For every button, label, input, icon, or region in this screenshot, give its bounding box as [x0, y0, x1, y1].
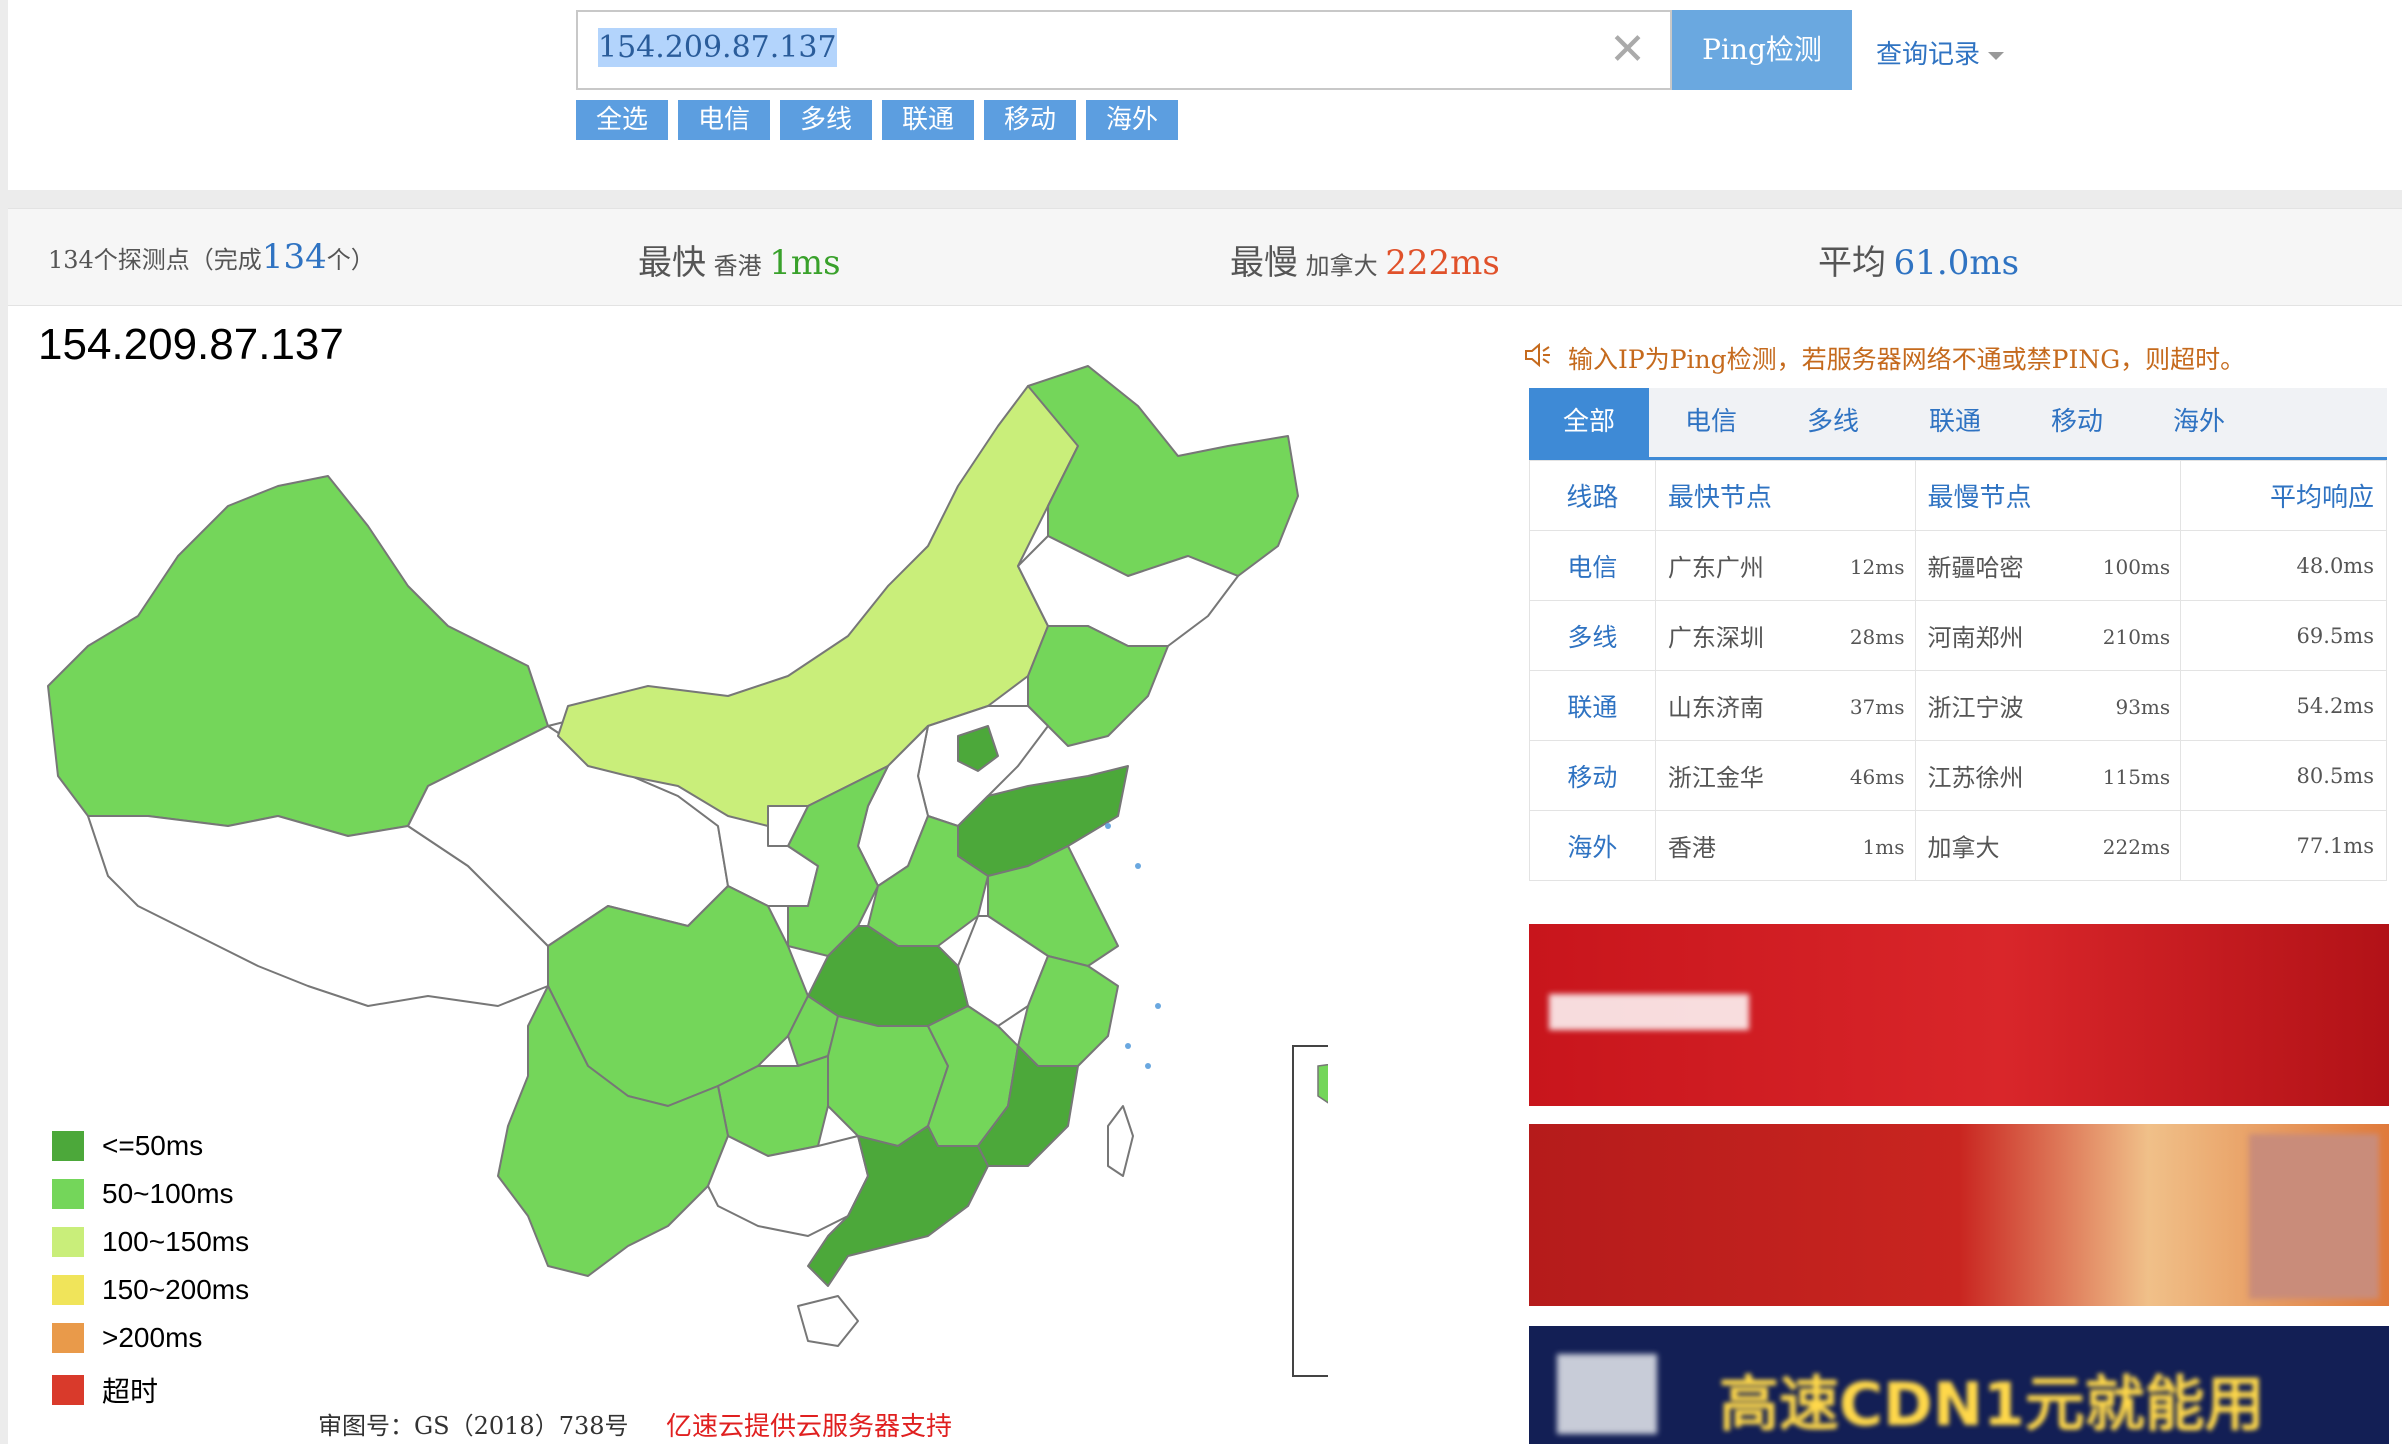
filter-mobile[interactable]: 移动 — [984, 100, 1076, 140]
ad-banner-3[interactable]: 高速CDN1元就能用 — [1529, 1326, 2389, 1444]
south-china-sea-inset — [1292, 1045, 1328, 1377]
speaker-icon — [1524, 342, 1552, 373]
map-approval-number: 审图号：GS（2018）738号 — [318, 1412, 629, 1440]
history-dropdown[interactable]: 查询记录 — [1876, 34, 2005, 71]
tab-overseas[interactable]: 海外 — [2139, 388, 2259, 457]
probe-count-done: 134 — [261, 237, 327, 277]
column-header: 线路 — [1529, 460, 1656, 531]
line-name[interactable]: 移动 — [1529, 740, 1656, 811]
legend-item: 50~100ms — [52, 1178, 234, 1210]
fastest-node: 广东深圳 28ms — [1654, 600, 1916, 671]
search-header: 154.209.87.137 ✕ Ping检测 查询记录 全选 电信 多线 联通… — [8, 0, 2402, 190]
slowest-node: 江苏徐州 115ms — [1914, 740, 2182, 811]
notice-text: 输入IP为Ping检测，若服务器网络不通或禁PING，则超时。 — [1568, 345, 2246, 374]
fastest-value: 1ms — [769, 243, 841, 283]
ping-button[interactable]: Ping检测 — [1672, 10, 1852, 90]
search-value: 154.209.87.137 — [598, 28, 837, 67]
legend-swatch — [52, 1323, 84, 1353]
average-value: 61.0ms — [1893, 243, 2020, 283]
ad-banner-2[interactable] — [1529, 1124, 2389, 1306]
table-row: 联通 山东济南 37ms 浙江宁波 93ms 54.2ms — [1529, 670, 2387, 741]
slowest-stat: 最慢 加拿大 222ms — [1230, 243, 1500, 283]
legend-item: >200ms — [52, 1322, 202, 1354]
line-filters: 全选 电信 多线 联通 移动 海外 — [576, 100, 1178, 140]
table-row: 移动 浙江金华 46ms 江苏徐州 115ms 80.5ms — [1529, 740, 2387, 811]
ip-search-input[interactable]: 154.209.87.137 ✕ — [576, 10, 1672, 90]
average-response: 80.5ms — [2180, 740, 2387, 811]
table-row: 电信 广东广州 12ms 新疆哈密 100ms 48.0ms — [1529, 530, 2387, 601]
line-tabs: 全部 电信 多线 联通 移动 海外 — [1529, 388, 2387, 460]
average-response: 54.2ms — [2180, 670, 2387, 741]
legend-swatch — [52, 1131, 84, 1161]
summary-bar: 134个探测点（完成134个） 最快 香港 1ms 最慢 加拿大 222ms 平… — [8, 208, 2402, 306]
fastest-node: 广东广州 12ms — [1654, 530, 1916, 601]
ad-mascot — [1557, 1354, 1657, 1434]
legend-item: <=50ms — [52, 1130, 203, 1162]
average-response: 77.1ms — [2180, 810, 2387, 881]
line-stats-table: 线路 最快节点 最慢节点 平均响应 电信 广东广州 12ms 新疆哈密 100ms … — [1529, 460, 2387, 881]
legend-swatch — [52, 1179, 84, 1209]
line-name[interactable]: 多线 — [1529, 600, 1656, 671]
ad-logo — [1549, 994, 1749, 1030]
ad-photo — [2249, 1134, 2379, 1299]
legend-item: 100~150ms — [52, 1226, 249, 1258]
history-label: 查询记录 — [1876, 40, 1981, 70]
tab-unicom[interactable]: 联通 — [1895, 388, 2015, 457]
legend-item: 150~200ms — [52, 1274, 249, 1306]
region-hainan[interactable] — [797, 1295, 859, 1347]
sponsor-link[interactable]: 亿速云提供云服务器支持 — [666, 1406, 952, 1443]
region-taiwan[interactable] — [1107, 1105, 1134, 1177]
filter-telecom[interactable]: 电信 — [678, 100, 770, 140]
slowest-node: 新疆哈密 100ms — [1914, 530, 2182, 601]
caret-down-icon — [1988, 52, 2005, 60]
table-header-row: 线路 最快节点 最慢节点 平均响应 — [1529, 460, 2387, 531]
tab-mobile[interactable]: 移动 — [2017, 388, 2137, 457]
close-icon[interactable]: ✕ — [1609, 24, 1646, 75]
probe-count: 134个探测点（完成134个） — [48, 237, 375, 277]
filter-overseas[interactable]: 海外 — [1086, 100, 1178, 140]
fastest-stat: 最快 香港 1ms — [638, 243, 841, 283]
average-response: 48.0ms — [2180, 530, 2387, 601]
slowest-node: 加拿大 222ms — [1914, 810, 2182, 881]
legend-swatch — [52, 1275, 84, 1305]
slowest-value: 222ms — [1385, 243, 1500, 283]
notice: 输入IP为Ping检测，若服务器网络不通或禁PING，则超时。 — [1524, 340, 2245, 376]
tab-multiline[interactable]: 多线 — [1773, 388, 1893, 457]
average-response: 69.5ms — [2180, 600, 2387, 671]
line-name[interactable]: 联通 — [1529, 670, 1656, 741]
line-name[interactable]: 电信 — [1529, 530, 1656, 601]
fastest-node: 山东济南 37ms — [1654, 670, 1916, 741]
column-header: 最慢节点 — [1914, 460, 2182, 531]
average-stat: 平均 61.0ms — [1818, 243, 2020, 283]
column-header: 平均响应 — [2180, 460, 2387, 531]
slowest-node: 浙江宁波 93ms — [1914, 670, 2182, 741]
fastest-node: 浙江金华 46ms — [1654, 740, 1916, 811]
table-row: 海外 香港 1ms 加拿大 222ms 77.1ms — [1529, 810, 2387, 881]
region-heilongjiang[interactable] — [1027, 365, 1299, 577]
filter-all[interactable]: 全选 — [576, 100, 668, 140]
table-row: 多线 广东深圳 28ms 河南郑州 210ms 69.5ms — [1529, 600, 2387, 671]
slowest-node: 河南郑州 210ms — [1914, 600, 2182, 671]
column-header: 最快节点 — [1654, 460, 1916, 531]
tab-all[interactable]: 全部 — [1529, 388, 1649, 457]
line-name[interactable]: 海外 — [1529, 810, 1656, 881]
fastest-node: 香港 1ms — [1654, 810, 1916, 881]
legend-swatch — [52, 1375, 84, 1405]
ad-banner-1[interactable] — [1529, 924, 2389, 1106]
filter-unicom[interactable]: 联通 — [882, 100, 974, 140]
legend-swatch — [52, 1227, 84, 1257]
legend-item: 超时 — [52, 1370, 158, 1410]
tab-telecom[interactable]: 电信 — [1651, 388, 1771, 457]
filter-multiline[interactable]: 多线 — [780, 100, 872, 140]
